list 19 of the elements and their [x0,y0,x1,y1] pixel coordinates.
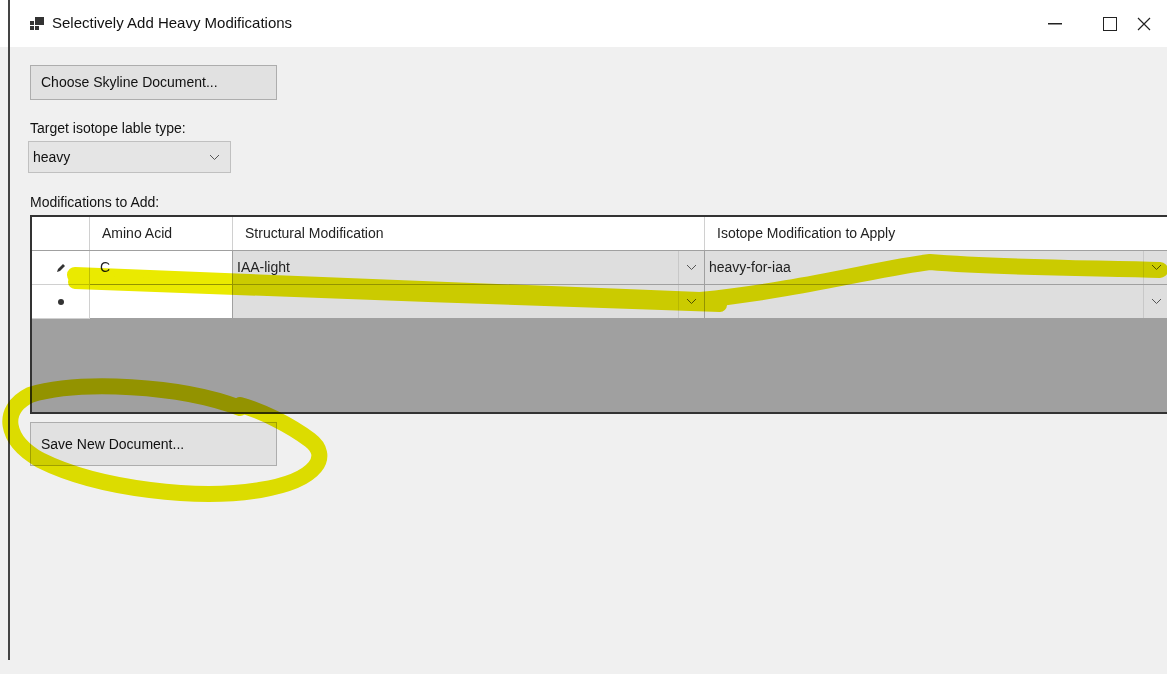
maximize-icon [1102,16,1117,31]
window-title: Selectively Add Heavy Modifications [52,13,293,34]
choose-document-button[interactable]: Choose Skyline Document... [30,65,277,100]
close-icon [1137,16,1151,31]
chevron-icon [686,264,697,271]
column-header[interactable]: Structural Modification [233,217,705,250]
chevron-icon [209,153,220,161]
app-icon [30,17,44,30]
label-type-dropdown[interactable]: heavy [28,141,231,173]
column-header[interactable]: Amino Acid [90,217,233,250]
pencil-icon [55,262,66,273]
dropdown-cell[interactable]: IAA-light [233,251,705,285]
grid-label: Modifications to Add: [30,193,160,212]
chevron-icon [1151,298,1162,305]
row-header[interactable] [32,285,90,319]
column-header[interactable]: Isotope Modification to Apply [705,217,1167,250]
target-label: Target isotope lable type: [30,119,186,138]
minimize-icon [1047,22,1062,25]
save-document-button[interactable]: Save New Document... [30,422,277,466]
